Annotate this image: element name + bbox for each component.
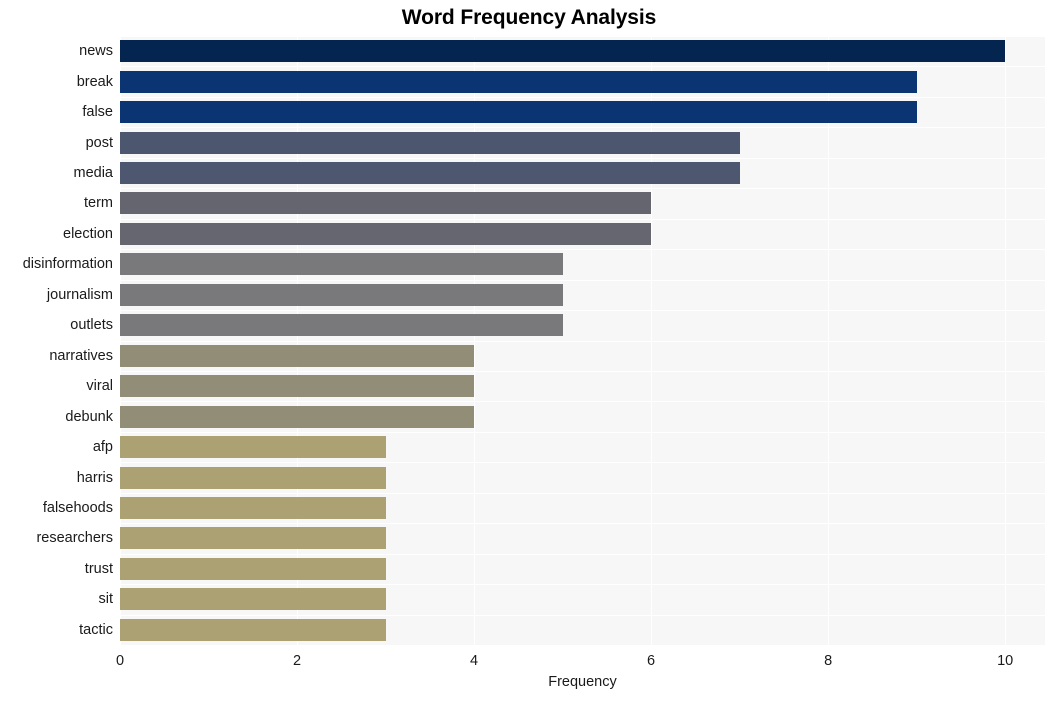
y-axis: news break false post media term election disin… (0, 36, 113, 645)
bar-debunk (120, 405, 475, 428)
gridline-horizontal (120, 523, 1045, 524)
y-tick-label-sit: sit (98, 591, 114, 608)
gridline-horizontal (120, 280, 1045, 281)
y-tick-label-afp: afp (92, 439, 113, 456)
bar-election (120, 222, 652, 245)
bar-post (120, 131, 740, 154)
bar-media (120, 162, 740, 185)
y-tick-label-debunk: debunk (65, 408, 113, 425)
y-tick-label-media: media (73, 165, 114, 182)
y-tick-label-outlets: outlets (70, 317, 113, 334)
x-tick-label-10: 10 (997, 653, 1014, 669)
bar-term (120, 192, 652, 215)
x-tick-label-6: 6 (647, 653, 656, 669)
gridline-horizontal (120, 554, 1045, 555)
y-tick-label-trust: trust (84, 560, 113, 577)
gridline-horizontal (120, 462, 1045, 463)
chart-figure: Word Frequency Analysis news break false po… (0, 0, 1058, 701)
gridline-horizontal (120, 493, 1045, 494)
gridline-horizontal (120, 219, 1045, 220)
bar-outlets (120, 314, 563, 337)
y-tick-label-narratives: narratives (49, 347, 113, 364)
plot-area (120, 36, 1045, 645)
y-tick-label-journalism: journalism (46, 286, 113, 303)
gridline-horizontal (120, 341, 1045, 342)
bar-news (120, 40, 1006, 63)
bar-viral (120, 375, 475, 398)
gridline-horizontal (120, 584, 1045, 585)
bar-narratives (120, 344, 475, 367)
gridline-horizontal (120, 97, 1045, 98)
y-tick-label-tactic: tactic (79, 621, 113, 638)
y-tick-label-break: break (76, 73, 113, 90)
x-tick-label-8: 8 (824, 653, 833, 669)
x-tick-label-0: 0 (115, 653, 125, 669)
gridline-horizontal (120, 127, 1045, 128)
gridline-horizontal (120, 188, 1045, 189)
y-tick-label-disinformation: disinformation (22, 256, 113, 273)
x-tick-label-4: 4 (470, 653, 479, 669)
gridline-horizontal (120, 432, 1045, 433)
y-tick-label-news: news (79, 43, 113, 60)
y-tick-label-researchers: researchers (36, 530, 113, 547)
gridline-horizontal (120, 249, 1045, 250)
gridline-horizontal (120, 401, 1045, 402)
bar-disinformation (120, 253, 563, 276)
y-tick-label-viral: viral (86, 378, 113, 395)
bar-afp (120, 436, 386, 459)
bar-harris (120, 466, 386, 489)
y-tick-label-term: term (84, 195, 113, 212)
y-tick-label-false: false (82, 104, 113, 121)
bar-researchers (120, 527, 386, 550)
bar-sit (120, 588, 386, 611)
bar-tactic (120, 618, 386, 641)
bar-break (120, 70, 917, 93)
x-axis: 0 2 4 6 8 10 (116, 645, 1045, 675)
x-axis-title: Frequency (548, 674, 617, 690)
gridline-horizontal (120, 66, 1045, 67)
gridline-horizontal (120, 371, 1045, 372)
gridline-horizontal (120, 36, 1045, 37)
x-tick-label-2: 2 (292, 653, 302, 669)
gridline-horizontal (120, 615, 1045, 616)
bar-trust (120, 557, 386, 580)
gridline-horizontal (120, 158, 1045, 159)
y-tick-label-post: post (85, 134, 113, 151)
y-tick-label-falsehoods: falsehoods (42, 499, 113, 516)
bar-falsehoods (120, 496, 386, 519)
bar-false (120, 101, 917, 124)
y-tick-label-harris: harris (76, 469, 113, 486)
page-title: Word Frequency Analysis (401, 6, 657, 29)
gridline-horizontal (120, 310, 1045, 311)
y-tick-label-election: election (63, 225, 113, 242)
bar-journalism (120, 283, 563, 306)
